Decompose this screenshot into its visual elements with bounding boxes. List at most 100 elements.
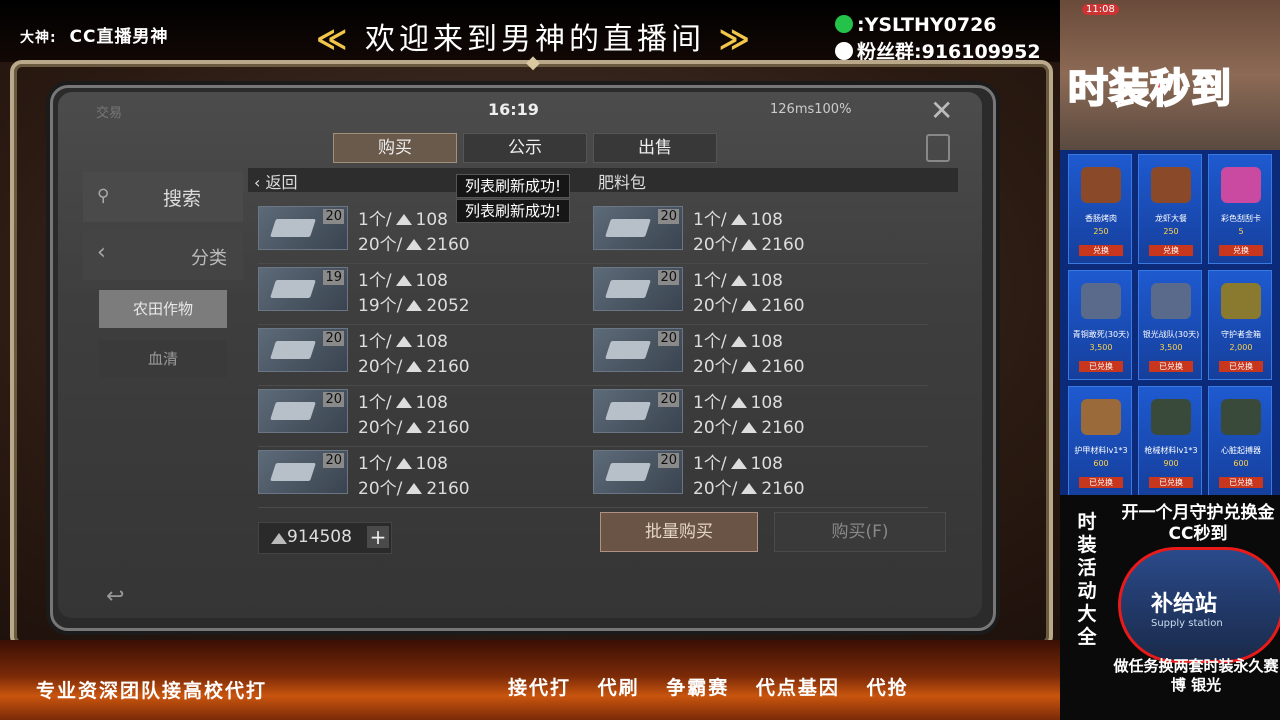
bulk-price: 20个/2160 [358,357,470,377]
phone-video: 11:08 时装秒到 [1060,0,1280,150]
toast-message: 列表刷新成功! [456,174,571,198]
item-qty: 20 [323,453,344,468]
food-icon [1151,167,1191,203]
promo-title: 时装秒到 [1067,65,1232,113]
list-item[interactable]: 20 1个/108 20个/2160 [593,324,928,386]
fertilizer-icon: 20 [593,389,683,433]
currency-icon [395,336,412,347]
phone-capture-panel: 11:08 时装秒到 香肠烤肉 250 兑换 龙虾大餐 250 兑换 彩色刮刮卡 5 兑换 … [1060,0,1280,496]
game-trade-window: 交易 16:19 126ms100% ✕ 购买 公示 出售 ⚲ 搜索 ‹ 分类 … [58,92,982,618]
unit-price: 1个/108 [693,271,783,291]
chevron-left-icon: ≪ [316,22,352,57]
shop-card[interactable]: 心脏起搏器 600 已兑换 [1208,386,1272,496]
tab-public[interactable]: 公示 [463,133,587,163]
category-label: 分类 [191,248,227,269]
shop-card[interactable]: 银光战队(30天) 3,500 已兑换 [1138,270,1202,380]
shop-panel: 香肠烤肉 250 兑换 龙虾大餐 250 兑换 彩色刮刮卡 5 兑换 青铜敢死(30天) 3,… [1060,150,1280,496]
currency-icon [395,397,412,408]
list-item[interactable]: 20 1个/108 20个/2160 [593,446,928,508]
fertilizer-icon: 20 [593,328,683,372]
currency-icon [406,422,423,433]
list-item[interactable]: 20 1个/108 20个/2160 [593,263,928,325]
item-qty: 20 [323,331,344,346]
fertilizer-icon: 19 [258,267,348,311]
fertilizer-icon: 20 [258,206,348,250]
supply-subtitle: Supply station [1151,618,1223,629]
currency-icon [741,300,758,311]
list-item[interactable]: 20 1个/108 20个/2160 [258,385,593,447]
vertical-title: 时装活动大全 [1077,511,1097,648]
currency-icon [741,483,758,494]
services-list: 接代打 代刷 争霸赛 代点基因 代抢 [508,673,927,700]
currency-icon [741,239,758,250]
shop-card[interactable]: 龙虾大餐 250 兑换 [1138,154,1202,264]
list-item[interactable]: 20 1个/108 20个/2160 [258,446,593,508]
currency-icon [395,214,412,225]
item-qty: 20 [323,392,344,407]
category-button[interactable]: ‹ 分类 [83,230,243,280]
bulk-price: 20个/2160 [693,235,805,255]
shop-card[interactable]: 青铜敢死(30天) 3,500 已兑换 [1068,270,1132,380]
bottom-banner: 专业资深团队接高校代打 接代打 代刷 争霸赛 代点基因 代抢 [0,640,1060,720]
fertilizer-icon: 20 [593,206,683,250]
device-icon [1221,399,1261,435]
sidebar-item-crops[interactable]: 农田作物 [99,290,227,328]
currency-icon [395,458,412,469]
balance-value: 914508 [287,527,352,547]
service-item: 争霸赛 [666,677,730,699]
card-icon [1221,167,1261,203]
window-faint-label: 交易 [96,106,123,121]
streamer-name: CC直播男神 [69,27,169,47]
currency-icon [730,397,747,408]
food-icon [1081,167,1121,203]
bulk-price: 20个/2160 [358,418,470,438]
bulk-price: 20个/2160 [693,418,805,438]
unit-price: 1个/108 [693,332,783,352]
add-currency-button[interactable]: + [367,526,389,548]
bulk-price: 20个/2160 [358,235,470,255]
supply-title: 补给站 [1151,592,1218,617]
currency-icon [730,458,747,469]
shop-card[interactable]: 香肠烤肉 250 兑换 [1068,154,1132,264]
list-item[interactable]: 20 1个/108 20个/2160 [593,385,928,447]
event-promo-panel: 时装活动大全 开一个月守护兑换金CC秒到 补给站 Supply station … [1060,495,1280,720]
shop-card[interactable]: 枪械材料lv1*3 900 已兑换 [1138,386,1202,496]
bulk-price: 19个/2052 [358,296,470,316]
return-icon[interactable]: ↩ [106,584,124,609]
shop-card[interactable]: 护甲材料lv1*3 600 已兑换 [1068,386,1132,496]
item-qty: 20 [658,331,679,346]
tab-sell[interactable]: 出售 [593,133,717,163]
back-button[interactable]: ‹ 返回 [254,169,298,193]
currency-balance: 914508 + [258,522,392,554]
currency-icon [741,422,758,433]
unit-price: 1个/108 [358,210,448,230]
list-item[interactable]: 20 1个/108 20个/2160 [258,324,593,386]
list-item[interactable]: 19 1个/108 19个/2052 [258,263,593,325]
trade-sidebar: ⚲ 搜索 ‹ 分类 农田作物 血清 [83,172,243,390]
chest-icon [1221,283,1261,319]
service-item: 代点基因 [755,677,840,699]
clipboard-icon[interactable] [926,134,950,162]
shop-card[interactable]: 彩色刮刮卡 5 兑换 [1208,154,1272,264]
unit-price: 1个/108 [358,393,448,413]
item-qty: 20 [658,209,679,224]
search-icon: ⚲ [97,186,110,206]
unit-price: 1个/108 [693,454,783,474]
unit-price: 1个/108 [358,454,448,474]
search-button[interactable]: ⚲ 搜索 [83,172,243,222]
outfit-icon [1081,283,1121,319]
list-item[interactable]: 20 1个/108 20个/2160 [593,202,928,264]
item-qty: 19 [323,270,344,285]
sidebar-item-serum[interactable]: 血清 [99,340,227,378]
shop-card[interactable]: 守护者金箱 2,000 已兑换 [1208,270,1272,380]
contact-info: :YSLTHY0726 粉丝群:916109952 [835,12,1041,66]
buy-button[interactable]: 购买(F) [774,512,946,552]
frame-ornament-icon: ◆ [526,52,540,73]
tab-buy[interactable]: 购买 [333,133,457,163]
close-icon[interactable]: ✕ [930,94,953,127]
batch-buy-button[interactable]: 批量购买 [600,512,758,552]
list-header: ‹ 返回 肥料包 [248,168,958,192]
unit-price: 1个/108 [693,393,783,413]
outfit-icon [1151,283,1191,319]
fertilizer-icon: 20 [593,450,683,494]
